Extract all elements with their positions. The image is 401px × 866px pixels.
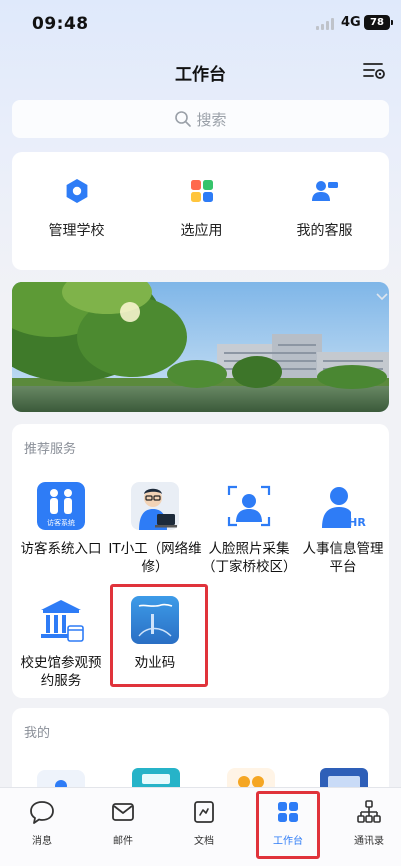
- quick-item-manage-school[interactable]: 管理学校: [14, 176, 139, 240]
- service-face-photo[interactable]: 人脸照片采集（丁家桥校区）: [202, 482, 297, 576]
- header: 工作台: [0, 50, 401, 94]
- service-it-helper[interactable]: IT小工（网络维修）: [108, 482, 202, 576]
- tab-label: 文档: [194, 836, 214, 847]
- service-label: IT小工（网络维修）: [108, 541, 202, 575]
- service-label: 人事信息管理平台: [302, 541, 384, 575]
- status-bar: 09:48 4G 78: [0, 0, 401, 46]
- quick-item-label: 我的客服: [296, 223, 353, 239]
- quick-actions-card: 管理学校 选应用 我的客服: [12, 152, 389, 270]
- tab-label: 工作台: [273, 836, 303, 847]
- service-hr-platform[interactable]: HR 人事信息管理平台: [296, 482, 390, 576]
- battery-icon: 78: [364, 15, 393, 30]
- workbench-icon: [278, 802, 298, 822]
- page-title: 工作台: [175, 65, 226, 85]
- quanye-code-icon: [131, 596, 179, 644]
- filter-settings-button[interactable]: [361, 58, 387, 84]
- customer-service-icon: [311, 181, 338, 201]
- service-label: 校史馆参观预约服务: [20, 655, 102, 689]
- face-scan-icon: [225, 482, 273, 530]
- museum-icon: [37, 596, 85, 644]
- bottom-tab-bar: 消息 邮件 文档 工作台 通讯录: [0, 787, 401, 866]
- mail-icon: [112, 803, 134, 821]
- service-museum-booking[interactable]: 校史馆参观预约服务: [14, 596, 108, 690]
- filter-settings-icon: [363, 63, 385, 79]
- recommended-services-card: 推荐服务 访客系统 访客系统入口 IT小工（网络维修） 人脸照片采集（丁家桥校区…: [12, 424, 389, 698]
- section-title: 推荐服务: [24, 442, 77, 457]
- hr-person-icon: HR: [319, 482, 367, 530]
- signal-icon: [316, 18, 336, 30]
- section-title: 我的: [24, 726, 51, 741]
- message-icon: [30, 801, 54, 824]
- service-label: 人脸照片采集（丁家桥校区）: [202, 541, 297, 575]
- it-helper-icon: [131, 482, 179, 530]
- visitor-system-icon: 访客系统: [37, 482, 85, 530]
- document-icon: [194, 801, 214, 823]
- network-label: 4G: [341, 15, 361, 30]
- contacts-icon: [357, 800, 381, 823]
- service-visitor-system[interactable]: 访客系统 访客系统入口: [14, 482, 108, 558]
- service-quanye-code[interactable]: 劝业码: [108, 596, 202, 672]
- service-label: 访客系统入口: [20, 541, 102, 557]
- tab-contacts[interactable]: 通讯录: [339, 798, 399, 847]
- tab-mail[interactable]: 邮件: [93, 798, 153, 847]
- tab-label: 消息: [32, 836, 52, 847]
- search-icon: [175, 111, 192, 127]
- tab-documents[interactable]: 文档: [174, 798, 234, 847]
- apps-grid-icon: [190, 180, 213, 202]
- tab-label: 邮件: [113, 836, 133, 847]
- tab-messages[interactable]: 消息: [12, 798, 72, 847]
- campus-banner-image: [12, 282, 389, 412]
- tab-workbench[interactable]: 工作台: [258, 798, 318, 847]
- search-bar[interactable]: 搜索: [12, 100, 389, 138]
- quick-item-label: 选应用: [180, 223, 223, 239]
- hexagon-icon: [66, 179, 87, 203]
- quick-item-my-service[interactable]: 我的客服: [262, 176, 387, 240]
- tab-label: 通讯录: [354, 836, 384, 847]
- status-time: 09:48: [32, 14, 89, 34]
- quick-item-label: 管理学校: [48, 223, 105, 239]
- svg-text:访客系统: 访客系统: [47, 518, 75, 527]
- quick-item-select-apps[interactable]: 选应用: [139, 176, 264, 240]
- campus-banner[interactable]: [12, 282, 389, 412]
- search-placeholder: 搜索: [196, 110, 227, 129]
- service-label: 劝业码: [134, 655, 176, 671]
- svg-text:HR: HR: [348, 516, 366, 529]
